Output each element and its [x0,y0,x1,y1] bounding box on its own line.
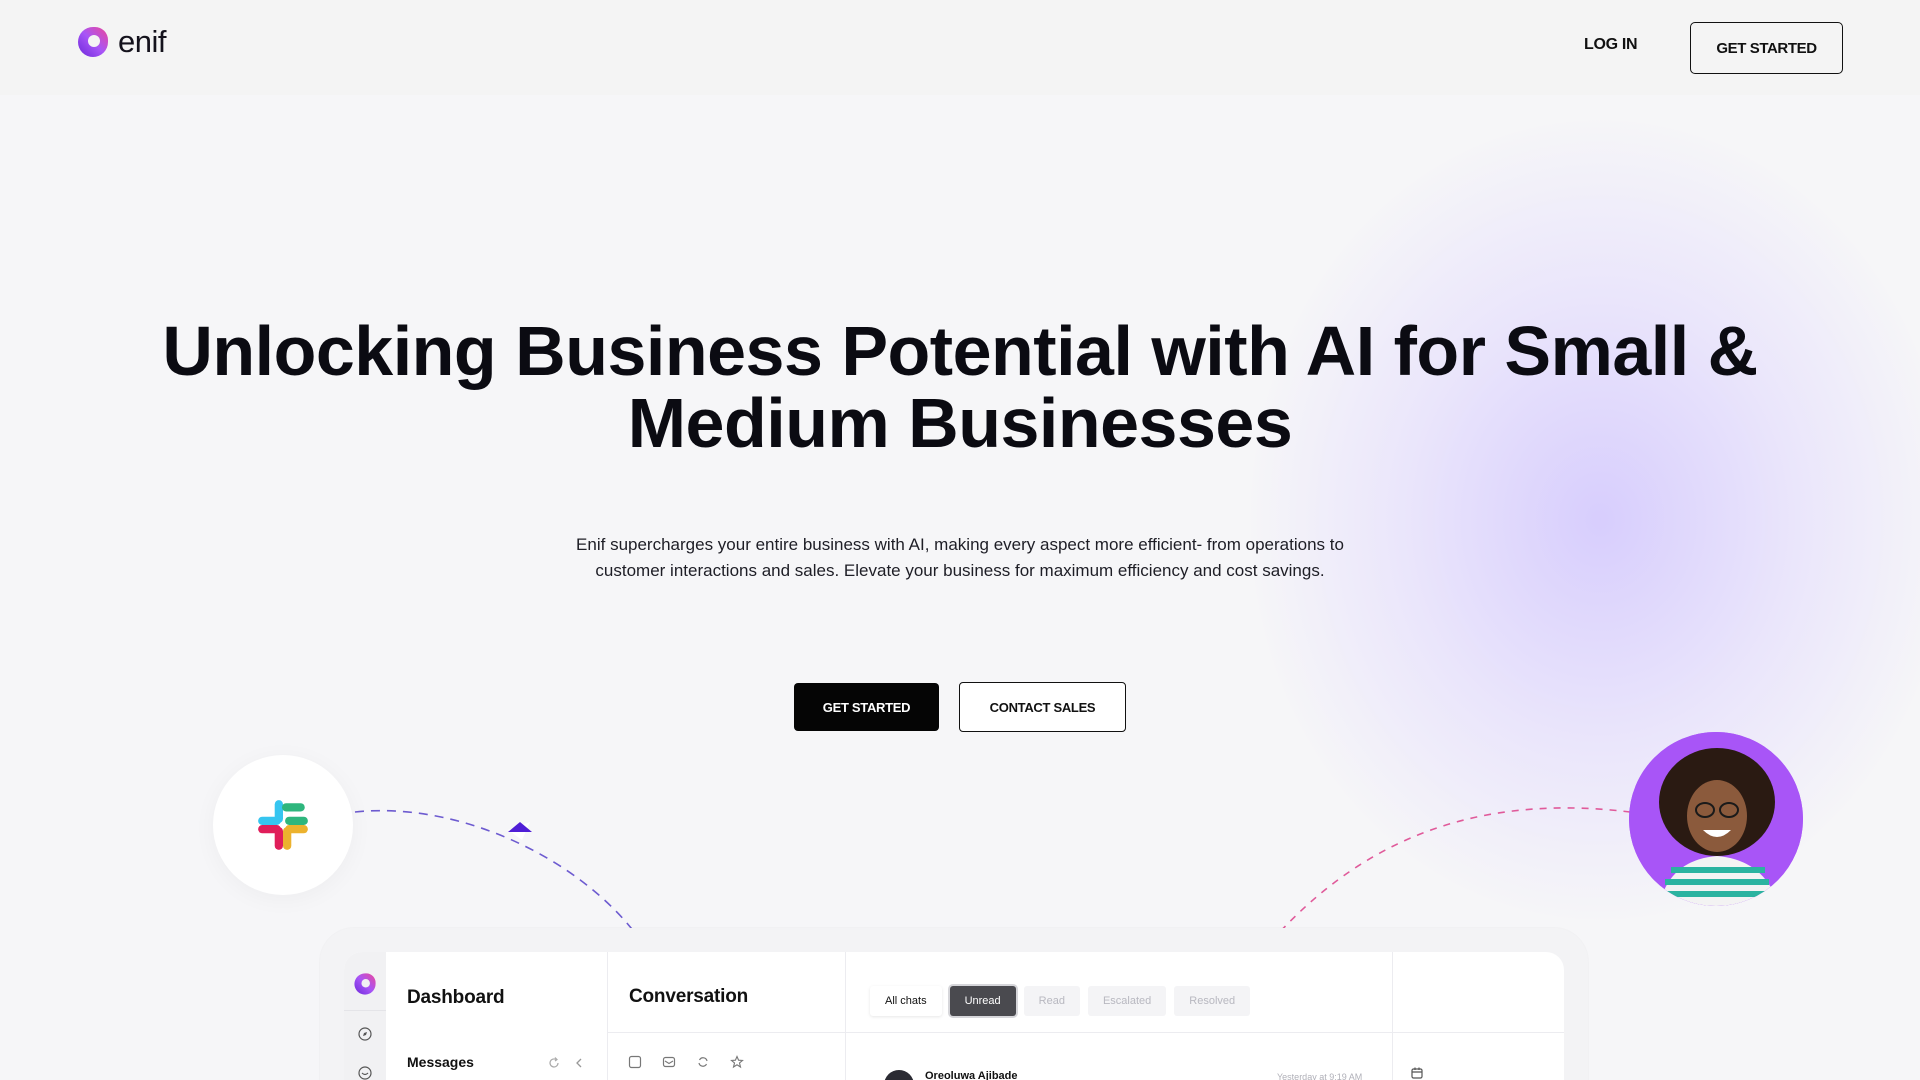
tab-all-chats[interactable]: All chats [870,986,942,1016]
person-photo [1629,732,1803,906]
sync-icon[interactable] [696,1055,710,1069]
tab-resolved[interactable]: Resolved [1174,986,1251,1016]
avatar [884,1070,914,1080]
checkbox-icon[interactable] [628,1055,642,1069]
slack-integration-badge [213,755,353,895]
dashboard-preview: Dashboard Messages Conversation All chat… [344,952,1564,1080]
mail-icon[interactable] [662,1055,676,1069]
hero-get-started-button[interactable]: GET STARTED [794,683,939,731]
tab-unread[interactable]: Unread [949,986,1016,1016]
chat-filter-tabs: All chats Unread Read Escalated Resolved [870,986,1251,1016]
enif-logo-icon [78,27,108,57]
refresh-icon[interactable] [547,1056,561,1070]
header-get-started-button[interactable]: GET STARTED [1690,22,1843,74]
login-link[interactable]: LOG IN [1584,36,1638,54]
tab-read[interactable]: Read [1023,986,1080,1016]
star-icon[interactable] [730,1055,744,1069]
cursor-arrow-icon [508,822,532,840]
divider [845,1032,1564,1033]
compass-icon[interactable] [358,1027,372,1041]
brand-name: enif [118,24,166,59]
divider [1392,952,1393,1080]
hero-subtitle: Enif supercharges your entire business w… [576,535,1344,580]
dashboard-rail [344,952,386,1080]
chat-icon[interactable] [358,1066,372,1080]
slack-icon [258,800,308,850]
chat-sender-name[interactable]: Oreoluwa Ajibade [925,1070,1018,1080]
chevron-left-icon[interactable] [572,1056,586,1070]
conversation-title: Conversation [629,986,749,1007]
divider [607,1032,845,1033]
hero-title: Unlocking Business Potential with AI for… [162,312,1758,462]
divider [607,952,608,1080]
contact-sales-button[interactable]: CONTACT SALES [959,682,1126,732]
brand-logo[interactable]: enif [76,24,166,60]
sidebar-item-messages[interactable]: Messages [407,1054,474,1070]
background-glow [1250,120,1920,920]
enif-logo-icon [354,973,376,995]
customer-avatar [1629,732,1803,906]
divider [344,1010,386,1011]
chat-timestamp: Yesterday at 9:19 AM [1277,1072,1363,1080]
divider [845,952,846,1080]
dashboard-title: Dashboard [407,987,505,1008]
top-navbar: enif LOG IN GET STARTED [0,0,1920,95]
tab-escalated[interactable]: Escalated [1087,986,1167,1016]
calendar-icon[interactable] [1410,1066,1424,1080]
